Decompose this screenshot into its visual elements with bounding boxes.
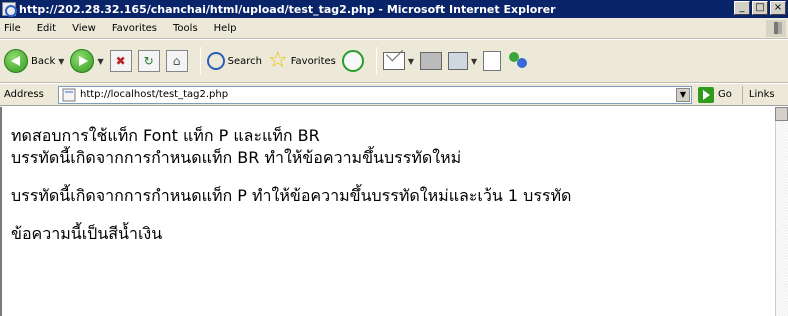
links-button[interactable]: Links <box>749 89 775 100</box>
maximize-button[interactable]: □ <box>752 1 768 15</box>
content-blue-line: ข้อความนี้เป็นสีน้ำเงิน <box>11 224 163 243</box>
ie-page-icon <box>2 2 17 17</box>
back-dropdown-icon[interactable]: ▼ <box>58 57 64 66</box>
mail-icon <box>382 52 405 70</box>
menu-view[interactable]: View <box>72 23 96 34</box>
print-button[interactable] <box>420 52 443 70</box>
windows-logo-icon <box>766 20 786 37</box>
mail-dropdown-icon[interactable]: ▼ <box>408 57 414 66</box>
edit-button[interactable]: ▼ <box>448 52 477 70</box>
address-dropdown-icon[interactable]: ▼ <box>676 87 690 102</box>
page-icon <box>62 88 76 101</box>
address-url: http://localhost/test_tag2.php <box>80 89 229 100</box>
edit-icon <box>448 52 469 70</box>
back-label: Back <box>31 55 56 67</box>
forward-arrow-icon <box>70 49 95 73</box>
vertical-scrollbar[interactable] <box>775 107 788 316</box>
back-arrow-icon <box>4 49 28 73</box>
stop-icon: ✖ <box>109 50 132 72</box>
menu-bar: File Edit View Favorites Tools Help <box>0 18 788 39</box>
search-icon <box>206 52 225 70</box>
mail-button[interactable]: ▼ <box>382 52 414 70</box>
title-bar: http://202.28.32.165/chanchai/html/uploa… <box>0 0 788 18</box>
menu-edit[interactable]: Edit <box>37 23 56 34</box>
go-button[interactable]: Go <box>698 86 732 103</box>
minimize-button[interactable]: _ <box>734 1 750 15</box>
links-separator <box>741 85 743 104</box>
close-button[interactable]: × <box>770 1 786 15</box>
discuss-button[interactable] <box>483 51 502 71</box>
forward-button[interactable]: ▼ <box>70 49 104 73</box>
forward-dropdown-icon[interactable]: ▼ <box>97 57 103 66</box>
menu-file[interactable]: File <box>4 23 21 34</box>
stop-button[interactable]: ✖ <box>109 50 132 72</box>
content-heading-line: ทดสอบการใช้แท็ก Font แท็ก P และแท็ก BR <box>11 126 320 145</box>
content-br-line: บรรทัดนี้เกิดจากการกำหนดแท็ก BR ทำให้ข้อ… <box>11 148 462 167</box>
toolbar: Back ▼ ▼ ✖ ↻ ⌂ Search ☆ Favorites ▼ ▼ <box>0 40 788 83</box>
history-button[interactable] <box>341 50 364 72</box>
address-input[interactable]: http://localhost/test_tag2.php ▼ <box>58 85 692 104</box>
go-label: Go <box>718 89 732 100</box>
page-content: ทดสอบการใช้แท็ก Font แท็ก P และแท็ก BR บ… <box>0 107 775 316</box>
refresh-button[interactable]: ↻ <box>137 50 160 72</box>
home-button[interactable]: ⌂ <box>165 50 188 72</box>
print-icon <box>420 52 443 70</box>
menu-help[interactable]: Help <box>214 23 237 34</box>
window-controls: _ □ × <box>734 1 788 15</box>
address-label: Address <box>4 89 44 100</box>
messenger-icon <box>507 50 531 72</box>
scroll-up-button[interactable] <box>775 107 788 121</box>
toolbar-separator <box>375 47 377 75</box>
edit-dropdown-icon[interactable]: ▼ <box>471 57 477 66</box>
messenger-button[interactable] <box>507 50 531 72</box>
toolbar-separator <box>199 47 201 75</box>
content-p-line: บรรทัดนี้เกิดจากการกำหนดแท็ก P ทำให้ข้อค… <box>11 186 572 205</box>
favorites-star-icon: ☆ <box>267 48 288 73</box>
search-button[interactable]: Search <box>206 52 262 70</box>
favorites-button[interactable]: ☆ Favorites <box>268 50 336 72</box>
history-icon <box>341 50 364 72</box>
window-title: http://202.28.32.165/chanchai/html/uploa… <box>19 2 556 16</box>
back-button[interactable]: Back ▼ <box>4 49 64 73</box>
discuss-icon <box>483 51 502 71</box>
address-bar: Address http://localhost/test_tag2.php ▼… <box>0 84 788 106</box>
favorites-label: Favorites <box>290 55 336 67</box>
go-arrow-icon <box>698 86 714 103</box>
menu-tools[interactable]: Tools <box>173 23 198 34</box>
home-icon: ⌂ <box>165 50 188 72</box>
menu-favorites[interactable]: Favorites <box>112 23 157 34</box>
search-label: Search <box>227 55 262 67</box>
refresh-icon: ↻ <box>137 50 160 72</box>
